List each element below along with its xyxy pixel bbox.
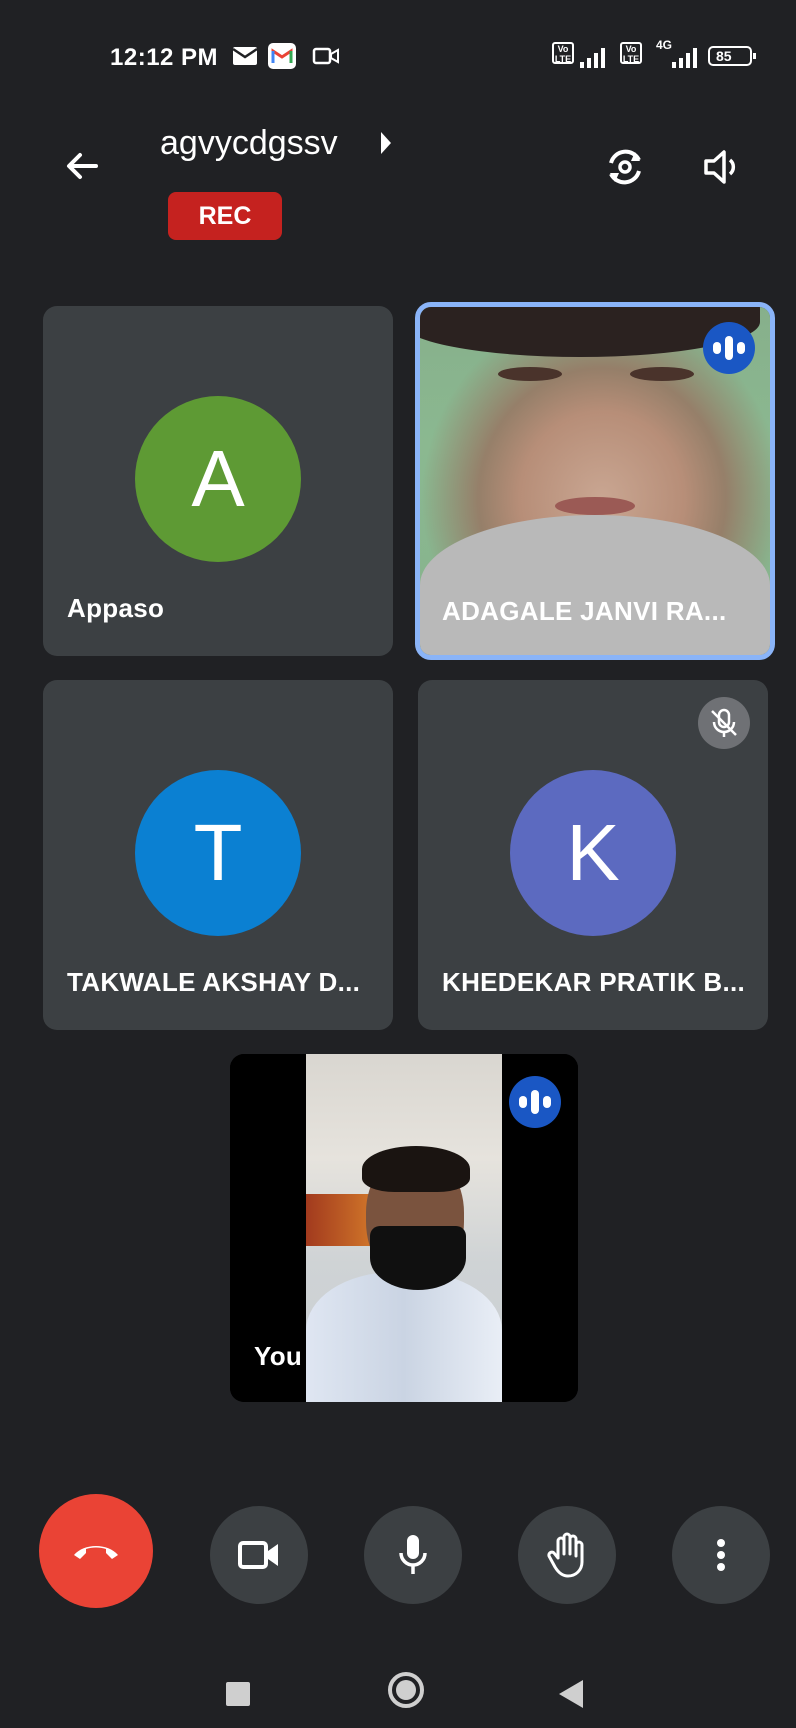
avatar: T [135, 770, 301, 936]
speaking-indicator-icon [509, 1076, 561, 1128]
back-arrow-icon[interactable] [62, 146, 102, 186]
status-time: 12:12 PM [110, 44, 219, 71]
home-nav-icon[interactable] [388, 1672, 424, 1708]
switch-camera-icon[interactable] [602, 144, 648, 190]
speaker-icon[interactable] [702, 146, 744, 188]
microphone-button[interactable] [364, 1506, 462, 1604]
participant-tile[interactable]: K KHEDEKAR PRATIK B... [418, 680, 768, 1030]
participant-name: ADAGALE JANVI RA... [442, 596, 727, 626]
more-options-button[interactable] [672, 1506, 770, 1604]
camera-icon [238, 1541, 278, 1569]
video-icon [312, 47, 339, 65]
more-options-icon [717, 1539, 725, 1571]
participant-name: TAKWALE AKSHAY D... [67, 967, 361, 997]
participant-name: Appaso [67, 593, 165, 623]
battery-level: 85 [716, 48, 732, 64]
self-view-tile[interactable]: You [230, 1054, 578, 1402]
participant-tile[interactable]: T TAKWALE AKSHAY D... [43, 680, 393, 1030]
back-nav-icon[interactable] [559, 1680, 583, 1708]
participant-tile[interactable]: A Appaso [43, 306, 393, 656]
signal-icon [580, 48, 605, 68]
microphone-icon [399, 1535, 427, 1574]
recents-nav-icon[interactable] [226, 1682, 250, 1706]
volte-badge-2: Vo LTE [620, 42, 642, 64]
participant-name: KHEDEKAR PRATIK B... [442, 967, 746, 997]
battery-icon: 85 [708, 46, 756, 66]
signal-icon-2 [672, 48, 697, 68]
speaking-indicator-icon [703, 322, 755, 374]
avatar: A [135, 396, 301, 562]
meeting-title[interactable]: agvycdgssv [160, 124, 338, 163]
hang-up-button[interactable] [39, 1494, 153, 1608]
meet-screen: 12:12 PM Vo LTE Vo LTE 4G 85 agvycdgssv … [6, 6, 796, 1728]
volte-badge-1: Vo LTE [552, 42, 574, 64]
gmail-icon [268, 43, 296, 69]
avatar: K [510, 770, 676, 936]
participant-tile-active[interactable]: ADAGALE JANVI RA... [415, 302, 775, 660]
self-name: You [254, 1341, 303, 1371]
camera-button[interactable] [210, 1506, 308, 1604]
raise-hand-icon [547, 1532, 584, 1578]
recording-badge: REC [168, 192, 282, 240]
raise-hand-button[interactable] [518, 1506, 616, 1604]
mic-off-icon [698, 697, 750, 749]
hang-up-icon [74, 1546, 118, 1559]
self-video [306, 1054, 502, 1402]
gmail-outline-icon [232, 47, 258, 65]
status-bar: 12:12 PM Vo LTE Vo LTE 4G 85 [6, 36, 796, 80]
chevron-right-icon[interactable] [378, 130, 394, 156]
